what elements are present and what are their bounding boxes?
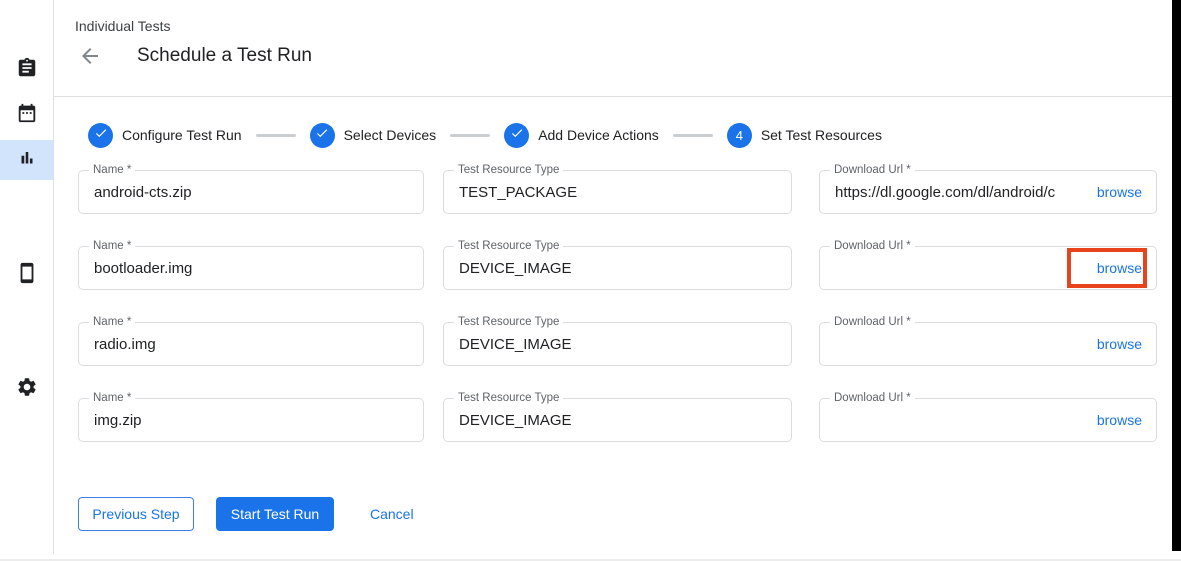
field-label: Name *	[89, 164, 135, 176]
field-label: Name *	[89, 392, 135, 404]
field-label: Test Resource Type	[454, 240, 563, 252]
step-label: Configure Test Run	[122, 127, 242, 143]
check-icon	[315, 126, 329, 145]
browse-link[interactable]: browse	[1097, 184, 1142, 200]
step-connector	[450, 134, 490, 137]
field-value: TEST_PACKAGE	[459, 184, 577, 201]
stepper: Configure Test Run Select Devices Add De…	[88, 122, 882, 148]
clipboard-icon	[16, 57, 38, 84]
resource-type-field[interactable]: Test Resource Type DEVICE_IMAGE	[443, 398, 792, 442]
resource-type-field[interactable]: Test Resource Type TEST_PACKAGE	[443, 170, 792, 214]
field-label: Test Resource Type	[454, 392, 563, 404]
test-resources-form: Name * android-cts.zip Test Resource Typ…	[78, 170, 1157, 474]
step-current-circle: 4	[727, 123, 752, 148]
gear-icon	[16, 376, 38, 403]
step-connector	[673, 134, 713, 137]
action-bar: Previous Step Start Test Run Cancel	[78, 497, 414, 531]
resource-row: Name * android-cts.zip Test Resource Typ…	[78, 170, 1157, 214]
step-configure-test-run[interactable]: Configure Test Run	[88, 123, 242, 148]
sidebar-item-test-suites[interactable]	[0, 50, 54, 90]
resource-row: Name * radio.img Test Resource Type DEVI…	[78, 322, 1157, 366]
bar-chart-icon	[16, 147, 38, 174]
resource-row: Name * img.zip Test Resource Type DEVICE…	[78, 398, 1157, 442]
back-button[interactable]	[78, 44, 104, 70]
resource-type-field[interactable]: Test Resource Type DEVICE_IMAGE	[443, 246, 792, 290]
browse-link[interactable]: browse	[1097, 260, 1142, 276]
resource-row: Name * bootloader.img Test Resource Type…	[78, 246, 1157, 290]
check-icon	[510, 126, 524, 145]
page-title: Schedule a Test Run	[137, 45, 312, 67]
sidebar-item-devices[interactable]	[0, 255, 54, 295]
field-value: bootloader.img	[94, 260, 192, 277]
field-label: Name *	[89, 316, 135, 328]
name-field[interactable]: Name * bootloader.img	[78, 246, 424, 290]
step-number: 4	[736, 128, 743, 143]
field-value: DEVICE_IMAGE	[459, 412, 572, 429]
name-field[interactable]: Name * radio.img	[78, 322, 424, 366]
step-connector	[256, 134, 296, 137]
sidebar-item-test-runs[interactable]	[0, 140, 54, 180]
step-add-device-actions[interactable]: Add Device Actions	[504, 123, 659, 148]
calendar-icon	[16, 102, 38, 129]
field-value: img.zip	[94, 412, 142, 429]
field-label: Test Resource Type	[454, 316, 563, 328]
sidebar-item-settings[interactable]	[0, 369, 54, 409]
arrow-back-icon	[78, 55, 102, 72]
step-label: Add Device Actions	[538, 127, 659, 143]
download-url-field[interactable]: Download Url * browse	[819, 322, 1157, 366]
smartphone-icon	[16, 262, 38, 289]
browse-link[interactable]: browse	[1097, 412, 1142, 428]
step-label: Set Test Resources	[761, 127, 882, 143]
breadcrumb: Individual Tests	[75, 18, 170, 34]
field-label: Test Resource Type	[454, 164, 563, 176]
download-url-field[interactable]: Download Url * https://dl.google.com/dl/…	[819, 170, 1157, 214]
app-window: Individual Tests Schedule a Test Run Con…	[0, 0, 1181, 561]
field-value: DEVICE_IMAGE	[459, 260, 572, 277]
step-label: Select Devices	[344, 127, 437, 143]
step-completed-circle	[504, 123, 529, 148]
sidebar	[0, 0, 54, 554]
step-select-devices[interactable]: Select Devices	[310, 123, 437, 148]
name-field[interactable]: Name * android-cts.zip	[78, 170, 424, 214]
name-field[interactable]: Name * img.zip	[78, 398, 424, 442]
resource-type-field[interactable]: Test Resource Type DEVICE_IMAGE	[443, 322, 792, 366]
browse-link[interactable]: browse	[1097, 336, 1142, 352]
step-completed-circle	[310, 123, 335, 148]
main-content: Individual Tests Schedule a Test Run Con…	[54, 0, 1181, 561]
download-url-field[interactable]: Download Url * browse	[819, 246, 1157, 290]
download-url-field[interactable]: Download Url * browse	[819, 398, 1157, 442]
right-edge-bar	[1172, 0, 1181, 551]
field-value: https://dl.google.com/dl/android/c	[835, 184, 1055, 201]
check-icon	[94, 126, 108, 145]
field-label: Download Url *	[830, 164, 915, 176]
header-divider	[54, 96, 1172, 97]
start-test-run-button[interactable]: Start Test Run	[216, 497, 334, 531]
field-label: Name *	[89, 240, 135, 252]
step-set-test-resources[interactable]: 4 Set Test Resources	[727, 123, 882, 148]
field-label: Download Url *	[830, 392, 915, 404]
sidebar-item-test-plans[interactable]	[0, 95, 54, 135]
field-label: Download Url *	[830, 316, 915, 328]
cancel-button[interactable]: Cancel	[370, 506, 414, 522]
previous-step-button[interactable]: Previous Step	[78, 497, 194, 531]
field-value: android-cts.zip	[94, 184, 192, 201]
field-value: DEVICE_IMAGE	[459, 336, 572, 353]
field-label: Download Url *	[830, 240, 915, 252]
field-value: radio.img	[94, 336, 156, 353]
step-completed-circle	[88, 123, 113, 148]
